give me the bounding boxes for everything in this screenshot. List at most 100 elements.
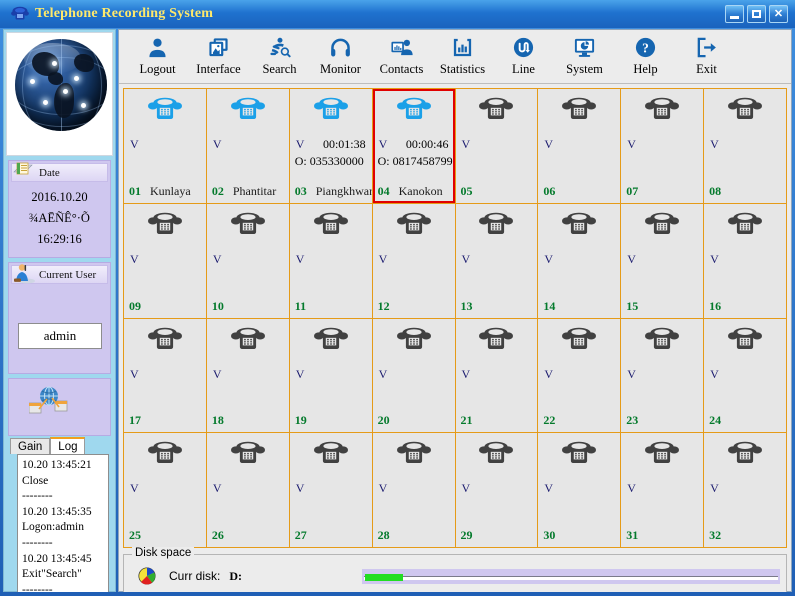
channel-line-indicator: V xyxy=(710,481,719,496)
phone-idle-icon xyxy=(230,211,266,244)
channel-cell-05[interactable]: V 05 xyxy=(455,89,538,203)
channel-line-indicator: V xyxy=(710,251,719,266)
toolbar-button-system[interactable]: System xyxy=(554,32,615,82)
toolbar-button-logout[interactable]: Logout xyxy=(127,32,188,82)
channel-line-indicator: V xyxy=(378,366,388,381)
channel-cell-06[interactable]: V 06 xyxy=(538,89,621,203)
channel-cell-14[interactable]: V 14 xyxy=(538,203,621,318)
phone-idle-icon xyxy=(727,440,763,473)
channel-cell-21[interactable]: V 21 xyxy=(455,318,538,433)
channel-cell-13[interactable]: V 13 xyxy=(455,203,538,318)
channel-cell-25[interactable]: V 25 xyxy=(124,433,206,547)
channel-cell-09[interactable]: V 09 xyxy=(124,203,206,318)
tab-log[interactable]: Log xyxy=(50,437,86,454)
toolbar-label-interface: Interface xyxy=(196,61,241,76)
channel-line-indicator: V xyxy=(544,251,554,266)
channel-cell-32[interactable]: V 32 xyxy=(704,433,786,547)
phone-idle-icon xyxy=(727,211,763,244)
line-loop-icon xyxy=(512,35,535,60)
channel-cell-28[interactable]: V 28 xyxy=(372,433,455,547)
disk-progress-current xyxy=(362,568,780,584)
date-card-header: Date xyxy=(11,161,108,182)
channel-cell-27[interactable]: V 27 xyxy=(289,433,372,547)
date-card: Date 2016.10.20 ¾AĒÑÊ°·Õ 16:29:16 xyxy=(8,160,111,258)
channel-cell-03[interactable]: V 00:01:38 O: 035330000 03 Piangkhwan xyxy=(289,89,372,203)
toolbar-button-interface[interactable]: Interface xyxy=(188,32,249,82)
channel-cell-18[interactable]: V 18 xyxy=(206,318,289,433)
channel-cell-17[interactable]: V 17 xyxy=(124,318,206,433)
channel-index: 24 xyxy=(709,413,722,428)
phone-idle-icon xyxy=(396,211,432,244)
channel-line-indicator: V xyxy=(461,251,471,266)
phone-idle-icon xyxy=(313,211,349,244)
disk-space-title: Disk space xyxy=(132,547,195,559)
phone-idle-icon xyxy=(644,211,680,244)
phone-idle-icon xyxy=(396,440,432,473)
phone-idle-icon xyxy=(561,440,597,473)
weekday-value: ¾AĒÑÊ°·Õ xyxy=(29,211,90,225)
channel-line-indicator: V xyxy=(544,481,554,496)
person-search-icon xyxy=(268,35,291,60)
toolbar-button-exit[interactable]: Exit xyxy=(676,32,737,82)
toolbar-button-line[interactable]: Line xyxy=(493,32,554,82)
channel-cell-12[interactable]: V 12 xyxy=(372,203,455,318)
status-strip xyxy=(0,592,795,596)
channel-cell-20[interactable]: V 20 xyxy=(372,318,455,433)
close-button[interactable]: ✕ xyxy=(769,5,788,23)
channel-line-indicator: V xyxy=(627,251,636,266)
channel-cell-11[interactable]: V 11 xyxy=(289,203,372,318)
minimize-button[interactable] xyxy=(725,5,744,23)
channel-cell-04[interactable]: V 00:00:46 O: 0817458799 04 Kanokon xyxy=(372,89,455,203)
channel-cell-07[interactable]: V 07 xyxy=(621,89,704,203)
channel-index: 26 xyxy=(211,528,224,542)
channel-cell-01[interactable]: V 01 Kunlaya xyxy=(124,89,206,203)
toolbar-button-contacts[interactable]: Contacts xyxy=(371,32,432,82)
toolbar-button-search[interactable]: Search xyxy=(249,32,310,82)
channel-index: 21 xyxy=(460,413,473,428)
channel-cell-24[interactable]: V 24 xyxy=(704,318,786,433)
toolbar-label-system: System xyxy=(566,61,603,76)
disk-pie-icon xyxy=(138,567,156,585)
channel-cell-23[interactable]: V 23 xyxy=(621,318,704,433)
toolbar-button-help[interactable]: ? Help xyxy=(615,32,676,82)
phone-idle-icon xyxy=(644,440,680,473)
channel-cell-19[interactable]: V 19 xyxy=(289,318,372,433)
disk-label-current: Curr disk: xyxy=(169,569,221,583)
telephone-icon xyxy=(10,4,30,24)
toolbar-label-statistics: Statistics xyxy=(439,61,486,76)
tab-gain[interactable]: Gain xyxy=(10,438,51,454)
channel-index: 22 xyxy=(543,413,556,428)
channel-cell-22[interactable]: V 22 xyxy=(538,318,621,433)
channel-line-indicator: V xyxy=(461,137,471,151)
channel-line-indicator: V xyxy=(378,137,388,151)
operator-icon xyxy=(11,262,35,284)
channel-cell-10[interactable]: V 10 xyxy=(206,203,289,318)
channel-index: 01 xyxy=(129,183,141,198)
calendar-icon xyxy=(13,161,33,179)
channel-cell-02[interactable]: V 02 Phantitar xyxy=(206,89,289,203)
channel-cell-16[interactable]: V 16 xyxy=(704,203,786,318)
log-list[interactable]: 10.20 13:45:21 Close -------- 10.20 13:45:3… xyxy=(17,454,109,596)
phone-idle-icon xyxy=(230,326,266,359)
application-window: Telephone Recording System ✕ Date 2016.1… xyxy=(0,0,795,596)
channel-cell-08[interactable]: V 08 xyxy=(704,89,786,203)
toolbar-button-statistics[interactable]: Statistics xyxy=(432,32,493,82)
channel-index: 05 xyxy=(460,183,473,198)
channel-index: 15 xyxy=(626,298,639,313)
channel-cell-31[interactable]: V 31 xyxy=(621,433,704,547)
main-panel: Logout Interface Search Monitor Contacts… xyxy=(118,29,792,596)
channel-line-indicator: V xyxy=(544,366,554,381)
phone-idle-icon xyxy=(230,440,266,473)
channel-cell-30[interactable]: V 30 xyxy=(538,433,621,547)
channel-index: 31 xyxy=(626,528,639,542)
channel-cell-15[interactable]: V 15 xyxy=(621,203,704,318)
toolbar-button-monitor[interactable]: Monitor xyxy=(310,32,371,82)
maximize-button[interactable] xyxy=(747,5,766,23)
channel-cell-29[interactable]: V 29 xyxy=(455,433,538,547)
phone-idle-icon xyxy=(147,440,183,473)
close-icon: ✕ xyxy=(773,7,784,20)
channel-duration: 00:00:46 xyxy=(405,137,449,151)
channel-name: Phantitar xyxy=(232,183,277,198)
channel-cell-26[interactable]: V 26 xyxy=(206,433,289,547)
channel-line-indicator: V xyxy=(378,481,388,496)
